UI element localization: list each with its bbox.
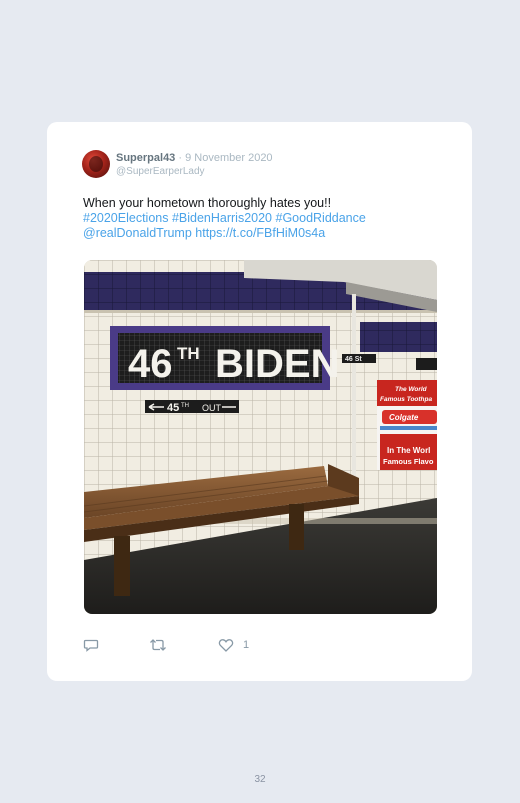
- retweet-button[interactable]: [149, 637, 167, 653]
- separator: ·: [178, 152, 183, 164]
- exit-number: 45: [167, 402, 179, 414]
- tweet-url[interactable]: https://t.co/FBfHiM0s4a: [195, 226, 325, 240]
- tweet-text: When your hometown thoroughly hates you!…: [83, 196, 443, 241]
- like-button[interactable]: 1: [218, 637, 249, 653]
- tweet-photo[interactable]: 46 St 46 TH BIDEN 45 TH OUT The World Fa…: [84, 260, 437, 614]
- reply-button[interactable]: [83, 637, 99, 653]
- hashtags[interactable]: #2020Elections #BidenHarris2020 #GoodRid…: [83, 211, 366, 225]
- ad-line-1: The World: [395, 386, 428, 393]
- tweet-text-line: When your hometown thoroughly hates you!…: [83, 196, 332, 210]
- user-handle[interactable]: @SuperEarperLady: [116, 165, 273, 179]
- page-number: 32: [254, 774, 266, 785]
- sign-number: 46: [128, 342, 173, 386]
- exit-label: OUT: [202, 403, 222, 413]
- ad-line-3: In The Worl: [387, 446, 430, 455]
- subway-station-photo: 46 St 46 TH BIDEN 45 TH OUT The World Fa…: [84, 260, 437, 614]
- like-icon: [218, 639, 234, 652]
- small-station-sign: 46 St: [345, 356, 362, 363]
- retweet-icon: [150, 639, 166, 651]
- ad-line-2: Famous Toothpa: [380, 396, 433, 403]
- tweet-date[interactable]: 9 November 2020: [185, 152, 272, 164]
- ad-brand: Colgate: [389, 413, 419, 422]
- exit-suffix: TH: [181, 403, 189, 409]
- sign-suffix: TH: [177, 344, 200, 363]
- sign-name: BIDEN: [215, 342, 339, 386]
- display-name[interactable]: Superpal43: [116, 152, 175, 164]
- avatar[interactable]: [82, 150, 110, 178]
- reply-icon: [83, 639, 99, 652]
- tweet-card: Superpal43 · 9 November 2020 @SuperEarpe…: [47, 122, 472, 681]
- ad-line-4: Famous Flavo: [383, 457, 434, 466]
- like-count: 1: [243, 639, 250, 651]
- mention-link[interactable]: @realDonaldTrump: [83, 226, 192, 240]
- tweet-header: Superpal43 · 9 November 2020 @SuperEarpe…: [116, 151, 273, 179]
